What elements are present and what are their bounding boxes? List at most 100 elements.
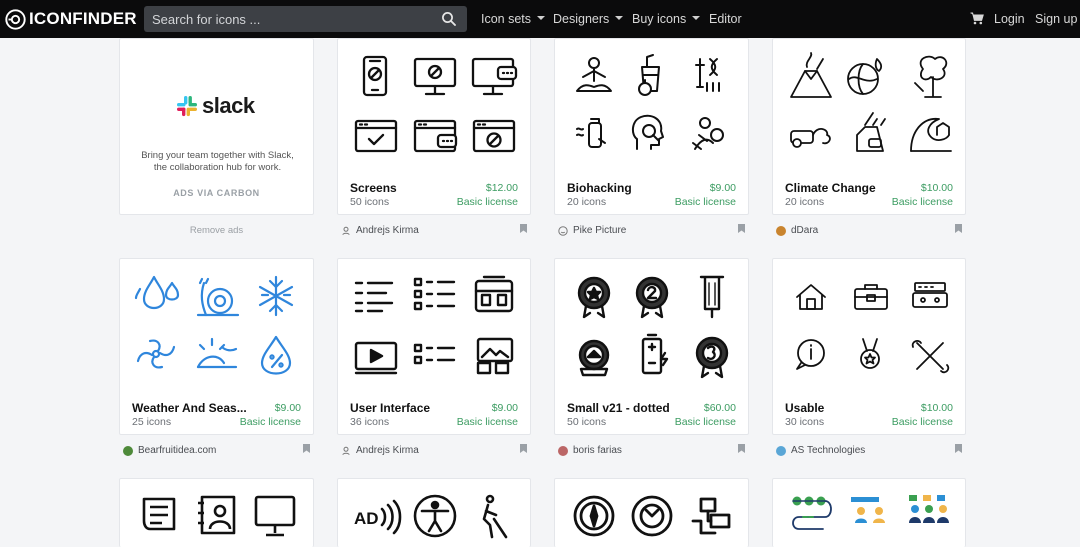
bookmark-icon[interactable] (738, 444, 745, 453)
svg-text:AD: AD (354, 509, 379, 528)
nav-editor[interactable]: Editor (709, 0, 742, 38)
iconset-card-row3-1[interactable] (119, 478, 314, 547)
image-gallery-icon (476, 337, 514, 375)
tsunami-house-icon (910, 118, 952, 152)
author-as-technologies[interactable]: AS Technologies (776, 445, 865, 456)
iconset-name[interactable]: Screens (350, 181, 397, 195)
author-boris-farias[interactable]: boris farias (558, 445, 622, 456)
dna-gears-icon (692, 117, 724, 150)
iconset-card-row3-4[interactable] (772, 478, 966, 547)
bookmark-icon[interactable] (303, 444, 310, 453)
iconset-count: 50 icons (350, 196, 390, 208)
iconset-price: $9.00 (274, 402, 301, 414)
chevron-down-icon (692, 16, 701, 20)
iconset-license[interactable]: Basic license (457, 416, 518, 428)
iconset-card-climate-change[interactable]: Climate Change $10.00 20 icons Basic lic… (772, 38, 966, 215)
iconset-license[interactable]: Basic license (892, 196, 953, 208)
nav-designers[interactable]: Designers (553, 0, 624, 38)
sun-rise-icon (196, 337, 238, 369)
factory-rain-icon (856, 112, 886, 152)
author-andrejs-kirma[interactable]: Andrejs Kirma (341, 445, 419, 456)
bookmark-icon[interactable] (520, 444, 527, 453)
nav-icon-sets[interactable]: Icon sets (481, 0, 546, 38)
medal-icon (860, 338, 880, 369)
iconset-license[interactable]: Basic license (675, 196, 736, 208)
icon-preview-grid (354, 275, 514, 375)
login-label: Login (994, 12, 1025, 26)
author-bearfruitidea[interactable]: Bearfruitidea.com (123, 445, 216, 456)
iconset-card-usable[interactable]: Usable $10.00 30 icons Basic license (772, 258, 966, 435)
author-ddara[interactable]: dDara (776, 225, 818, 236)
iconset-price: $10.00 (920, 402, 953, 414)
search-input[interactable] (144, 6, 434, 32)
search-bar (144, 6, 467, 32)
ad-brand: slack (202, 93, 255, 118)
app-panel-icon (474, 275, 514, 313)
iconset-name[interactable]: Usable (785, 401, 824, 415)
iconset-count: 20 icons (785, 196, 825, 208)
iconset-card-user-interface[interactable]: User Interface $9.00 36 icons Basic lice… (337, 258, 531, 435)
iconset-card-biohacking[interactable]: Biohacking $9.00 20 icons Basic license (554, 38, 749, 215)
iconset-card-row3-3[interactable] (554, 478, 749, 547)
iconset-count: 36 icons (350, 416, 390, 428)
bookmark-icon[interactable] (738, 224, 745, 233)
browser-chat-icon (413, 119, 458, 153)
iconset-license[interactable]: Basic license (675, 416, 736, 428)
nav-buy-icons[interactable]: Buy icons (632, 0, 701, 38)
iconset-name[interactable]: Biohacking (567, 181, 632, 195)
house-icon (796, 284, 826, 310)
cart-icon[interactable] (970, 12, 984, 25)
iconset-card-weather-and-seasons[interactable]: Weather And Seas... $9.00 25 icons Basic… (119, 258, 314, 435)
user-avatar-icon (558, 225, 568, 236)
iconset-card-row3-2[interactable]: AD (337, 478, 531, 547)
remove-ads-link[interactable]: Remove ads (119, 225, 314, 236)
wind-spiral-icon (136, 339, 176, 369)
iconset-license[interactable]: Basic license (457, 196, 518, 208)
deforestation-icon (914, 55, 948, 98)
logo-text: ICONFINDER (29, 9, 137, 28)
iconset-card-small-v21-dotted[interactable]: Small v21 - dotted $60.00 50 icons Basic… (554, 258, 749, 435)
ads-via-carbon[interactable]: ADS VIA CARBON (120, 188, 313, 198)
list-dots-small-icon (413, 343, 456, 365)
ad-card[interactable]: slack Bring your team together with Slac… (119, 38, 314, 215)
signup-link[interactable]: Sign up (1035, 0, 1077, 38)
iconset-name[interactable]: User Interface (350, 401, 430, 415)
user-avatar-icon (342, 226, 350, 236)
iconset-license[interactable]: Basic license (892, 416, 953, 428)
banner-stand-icon (699, 275, 725, 319)
iconset-license[interactable]: Basic license (240, 416, 301, 428)
volcano-icon (790, 52, 832, 98)
icon-preview-grid (577, 275, 729, 379)
iconset-price: $9.00 (709, 182, 736, 194)
nav-icon-sets-label: Icon sets (481, 12, 532, 26)
author-name: Bearfruitidea.com (138, 445, 217, 456)
dna-syringe-icon (695, 58, 720, 92)
iconfinder-logo[interactable]: ICONFINDER (5, 7, 137, 31)
phone-icon (362, 55, 388, 97)
battery-icon (641, 333, 669, 375)
icon-preview-grid (796, 282, 950, 374)
bookmark-icon[interactable] (955, 224, 962, 233)
user-avatar-icon (558, 445, 568, 456)
user-avatar-icon (123, 445, 133, 456)
iconset-name[interactable]: Climate Change (785, 181, 876, 195)
bookmark-icon[interactable] (955, 444, 962, 453)
iconset-name[interactable]: Small v21 - dotted (567, 401, 670, 415)
network-nodes-icon (691, 497, 731, 535)
nav-buy-icons-label: Buy icons (632, 12, 687, 26)
nav-editor-label: Editor (709, 12, 742, 26)
login-link[interactable]: Login (994, 0, 1025, 38)
top-navigation-bar: ICONFINDER Icon sets Designers Buy icons… (0, 0, 1080, 38)
icon-preview-grid (573, 495, 731, 537)
author-name: Pike Picture (573, 225, 627, 236)
accessibility-icon (413, 494, 457, 538)
user-avatar-icon (776, 445, 786, 456)
bookmark-icon[interactable] (520, 224, 527, 233)
author-name: dDara (791, 225, 819, 236)
author-andrejs-kirma[interactable]: Andrejs Kirma (341, 225, 419, 236)
iconset-name[interactable]: Weather And Seas... (132, 401, 247, 415)
search-icon[interactable] (441, 11, 457, 27)
author-pike-picture[interactable]: Pike Picture (558, 225, 626, 236)
monitor-icon (413, 57, 457, 96)
iconset-card-screens[interactable]: Screens $12.00 50 icons Basic license (337, 38, 531, 215)
